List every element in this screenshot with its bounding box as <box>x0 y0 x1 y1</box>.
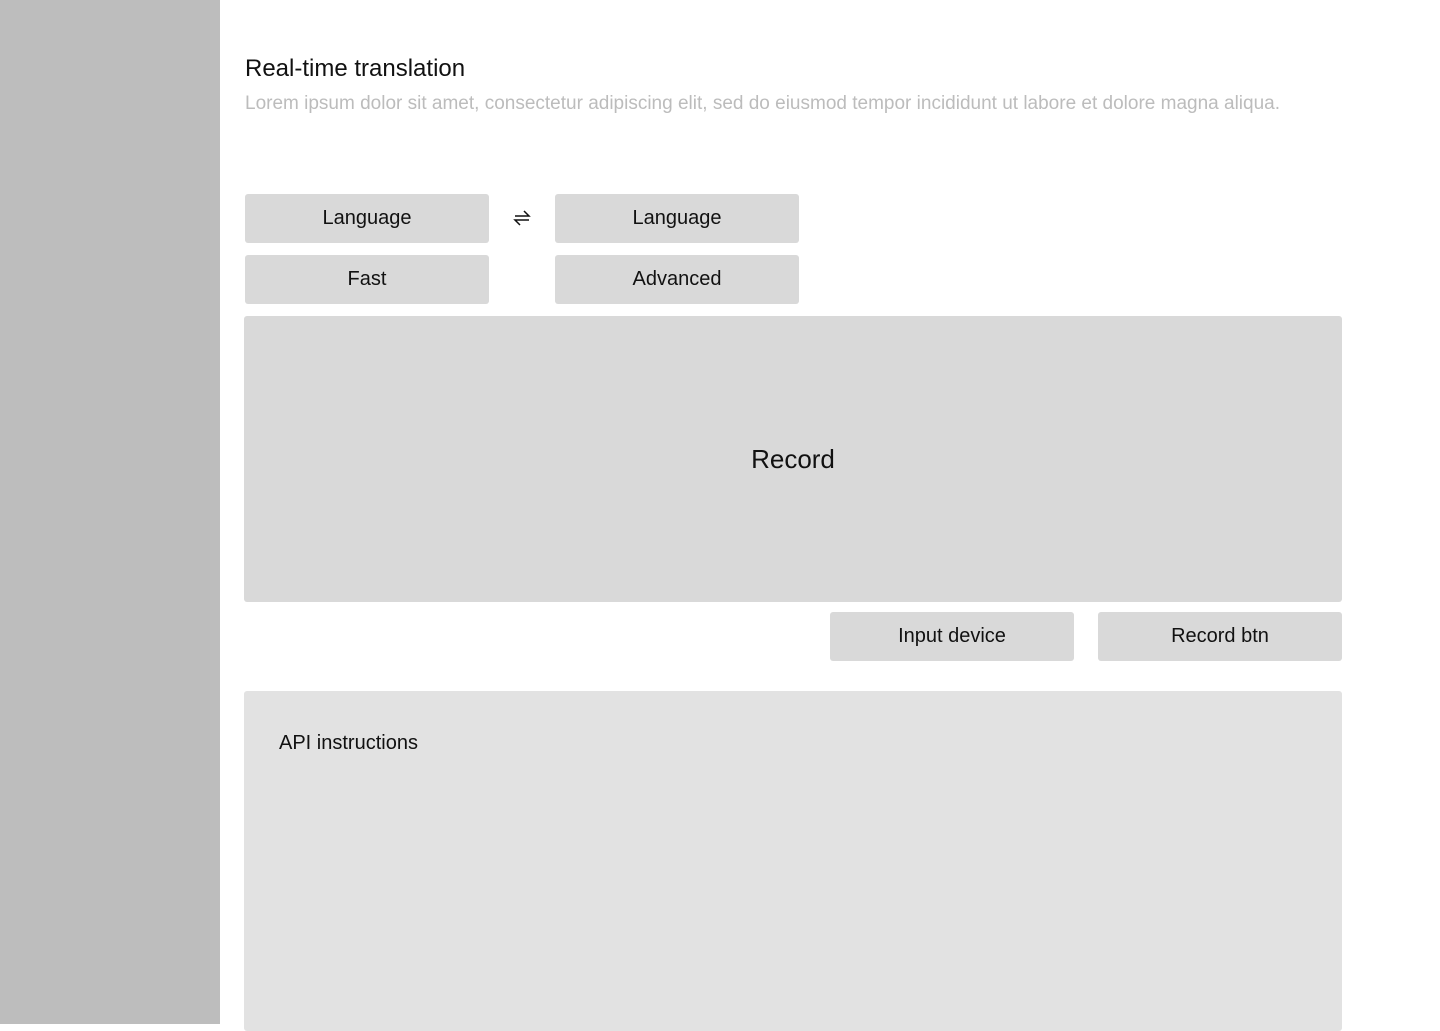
fast-mode-button[interactable]: Fast <box>245 255 489 304</box>
swap-arrows-icon[interactable] <box>509 204 535 232</box>
input-device-select[interactable]: Input device <box>830 612 1074 661</box>
page-description: Lorem ipsum dolor sit amet, consectetur … <box>245 93 1281 114</box>
source-language-select[interactable]: Language <box>245 194 489 243</box>
target-language-select[interactable]: Language <box>555 194 799 243</box>
record-area[interactable]: Record <box>244 316 1342 602</box>
sidebar <box>0 0 220 1024</box>
main-content: Real-time translation Lorem ipsum dolor … <box>220 0 1440 1031</box>
swap-arrows-glyph <box>513 210 531 226</box>
api-instructions-title: API instructions <box>279 732 418 754</box>
record-button[interactable]: Record btn <box>1098 612 1342 661</box>
advanced-mode-button[interactable]: Advanced <box>555 255 799 304</box>
record-area-label: Record <box>751 443 835 474</box>
api-instructions-panel: API instructions <box>244 691 1342 1031</box>
page-title: Real-time translation <box>245 55 466 82</box>
